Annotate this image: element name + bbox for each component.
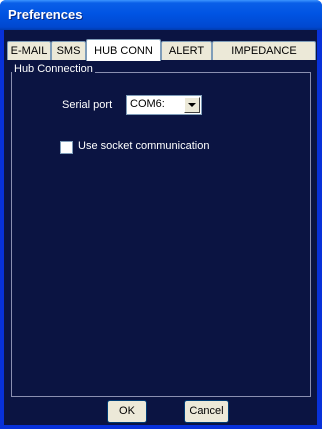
chevron-down-icon (188, 103, 196, 107)
socket-communication-label: Use socket communication (78, 140, 210, 152)
tab-email[interactable]: E-MAIL (7, 41, 51, 60)
dialog-client-area: E-MAIL SMS HUB CONN ALERT IMPEDANCE Hub … (4, 30, 317, 425)
serial-port-value: COM6: (130, 98, 165, 110)
socket-communication-checkbox[interactable] (60, 141, 73, 154)
serial-port-combobox[interactable]: COM6: (126, 95, 202, 115)
ok-button[interactable]: OK (107, 400, 147, 423)
hub-connection-group-label: Hub Connection (12, 63, 95, 75)
title-bar[interactable]: Preferences (0, 0, 322, 30)
tab-alert[interactable]: ALERT (161, 41, 212, 60)
tab-hub-conn[interactable]: HUB CONN (86, 39, 161, 61)
tab-impedance[interactable]: IMPEDANCE (212, 41, 316, 60)
serial-port-dropdown-button[interactable] (184, 97, 200, 113)
window-title: Preferences (8, 7, 83, 22)
serial-port-label: Serial port (62, 99, 113, 111)
hub-connection-group (11, 72, 311, 397)
cancel-button[interactable]: Cancel (184, 400, 229, 423)
tab-sms[interactable]: SMS (51, 41, 86, 60)
preferences-window: Preferences E-MAIL SMS HUB CONN ALERT IM… (0, 0, 322, 429)
